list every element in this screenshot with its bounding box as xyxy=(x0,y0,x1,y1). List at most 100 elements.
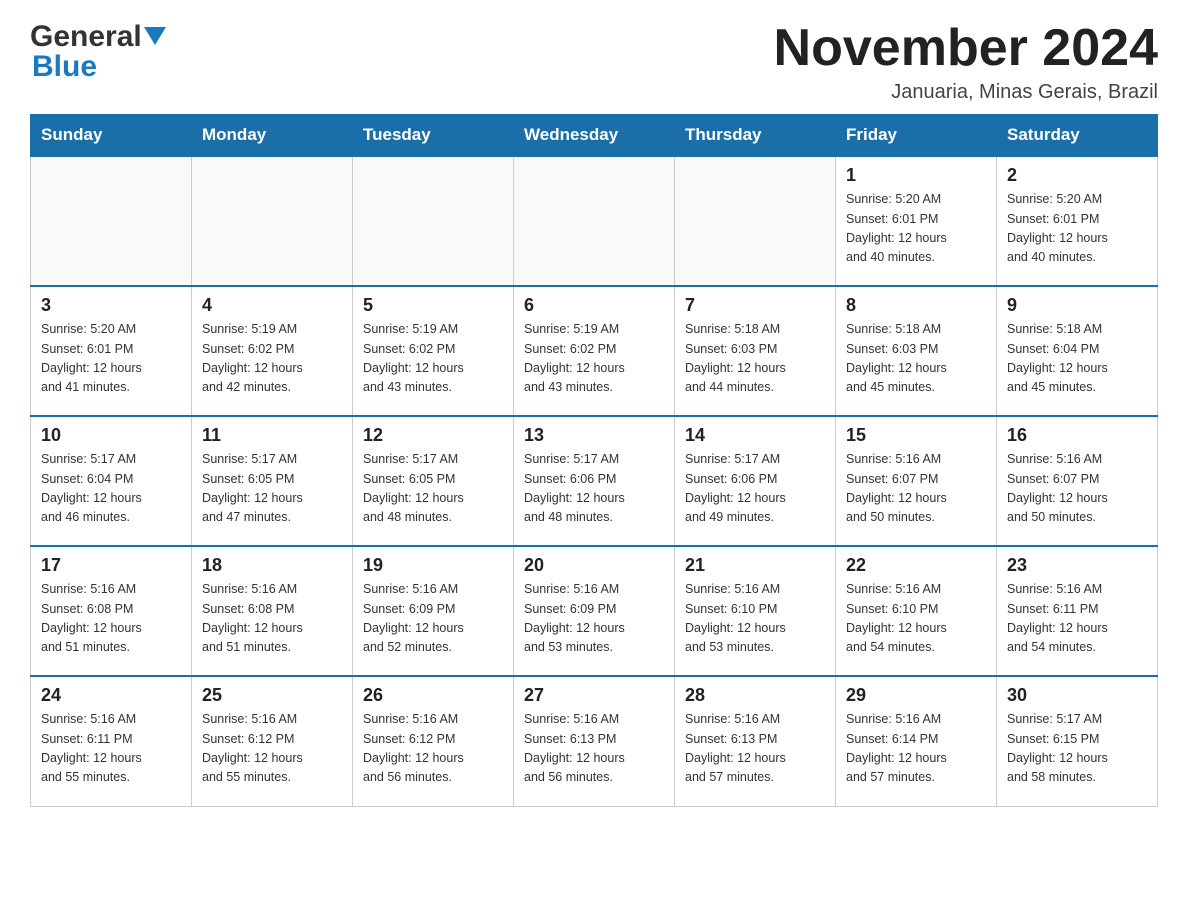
day-info: Sunrise: 5:18 AMSunset: 6:03 PMDaylight:… xyxy=(685,320,825,398)
calendar-cell: 30 Sunrise: 5:17 AMSunset: 6:15 PMDayligh… xyxy=(997,676,1158,806)
day-info: Sunrise: 5:18 AMSunset: 6:04 PMDaylight:… xyxy=(1007,320,1147,398)
day-info: Sunrise: 5:19 AMSunset: 6:02 PMDaylight:… xyxy=(524,320,664,398)
calendar-cell: 11 Sunrise: 5:17 AMSunset: 6:05 PMDayligh… xyxy=(192,416,353,546)
logo-general-text: General xyxy=(30,20,142,54)
day-number: 6 xyxy=(524,295,664,316)
calendar-cell: 5Sunrise: 5:19 AMSunset: 6:02 PMDaylight… xyxy=(353,286,514,416)
day-info: Sunrise: 5:16 AMSunset: 6:12 PMDaylight:… xyxy=(202,710,342,788)
calendar-cell: 25 Sunrise: 5:16 AMSunset: 6:12 PMDayligh… xyxy=(192,676,353,806)
day-number: 11 xyxy=(202,425,342,446)
day-info: Sunrise: 5:17 AMSunset: 6:06 PMDaylight:… xyxy=(524,450,664,528)
calendar-subtitle: Januaria, Minas Gerais, Brazil xyxy=(774,81,1158,104)
calendar-cell: 18 Sunrise: 5:16 AMSunset: 6:08 PMDayligh… xyxy=(192,546,353,676)
day-number: 26 xyxy=(363,685,503,706)
header-monday: Monday xyxy=(192,115,353,157)
day-info: Sunrise: 5:18 AMSunset: 6:03 PMDaylight:… xyxy=(846,320,986,398)
day-number: 14 xyxy=(685,425,825,446)
header-wednesday: Wednesday xyxy=(514,115,675,157)
calendar-table: Sunday Monday Tuesday Wednesday Thursday… xyxy=(30,114,1158,807)
header-saturday: Saturday xyxy=(997,115,1158,157)
calendar-cell: 13 Sunrise: 5:17 AMSunset: 6:06 PMDayligh… xyxy=(514,416,675,546)
day-number: 2 xyxy=(1007,165,1147,186)
day-info: Sunrise: 5:16 AMSunset: 6:07 PMDaylight:… xyxy=(1007,450,1147,528)
calendar-cell: 1 Sunrise: 5:20 AMSunset: 6:01 PMDaylight… xyxy=(836,156,997,286)
calendar-cell: 7 Sunrise: 5:18 AMSunset: 6:03 PMDaylight… xyxy=(675,286,836,416)
day-info: Sunrise: 5:16 AMSunset: 6:14 PMDaylight:… xyxy=(846,710,986,788)
day-info: Sunrise: 5:17 AMSunset: 6:05 PMDaylight:… xyxy=(363,450,503,528)
day-info: Sunrise: 5:16 AMSunset: 6:08 PMDaylight:… xyxy=(202,580,342,658)
calendar-cell: 9Sunrise: 5:18 AMSunset: 6:04 PMDaylight… xyxy=(997,286,1158,416)
calendar-cell: 10Sunrise: 5:17 AMSunset: 6:04 PMDayligh… xyxy=(31,416,192,546)
day-info: Sunrise: 5:16 AMSunset: 6:10 PMDaylight:… xyxy=(685,580,825,658)
day-info: Sunrise: 5:16 AMSunset: 6:07 PMDaylight:… xyxy=(846,450,986,528)
calendar-cell: 12 Sunrise: 5:17 AMSunset: 6:05 PMDayligh… xyxy=(353,416,514,546)
day-info: Sunrise: 5:16 AMSunset: 6:09 PMDaylight:… xyxy=(363,580,503,658)
day-info: Sunrise: 5:16 AMSunset: 6:13 PMDaylight:… xyxy=(524,710,664,788)
calendar-cell xyxy=(353,156,514,286)
calendar-cell: 22Sunrise: 5:16 AMSunset: 6:10 PMDayligh… xyxy=(836,546,997,676)
calendar-cell: 3Sunrise: 5:20 AMSunset: 6:01 PMDaylight… xyxy=(31,286,192,416)
day-info: Sunrise: 5:20 AMSunset: 6:01 PMDaylight:… xyxy=(1007,190,1147,268)
header-friday: Friday xyxy=(836,115,997,157)
calendar-cell: 23Sunrise: 5:16 AMSunset: 6:11 PMDayligh… xyxy=(997,546,1158,676)
page-header: General Blue November 2024 Januaria, Min… xyxy=(30,20,1158,104)
day-number: 18 xyxy=(202,555,342,576)
day-number: 16 xyxy=(1007,425,1147,446)
calendar-cell: 29Sunrise: 5:16 AMSunset: 6:14 PMDayligh… xyxy=(836,676,997,806)
calendar-cell: 24Sunrise: 5:16 AMSunset: 6:11 PMDayligh… xyxy=(31,676,192,806)
day-number: 25 xyxy=(202,685,342,706)
day-info: Sunrise: 5:19 AMSunset: 6:02 PMDaylight:… xyxy=(202,320,342,398)
day-number: 8 xyxy=(846,295,986,316)
day-number: 24 xyxy=(41,685,181,706)
day-number: 19 xyxy=(363,555,503,576)
calendar-cell: 15 Sunrise: 5:16 AMSunset: 6:07 PMDayligh… xyxy=(836,416,997,546)
day-info: Sunrise: 5:16 AMSunset: 6:12 PMDaylight:… xyxy=(363,710,503,788)
logo: General Blue xyxy=(30,20,166,84)
week-row-2: 3Sunrise: 5:20 AMSunset: 6:01 PMDaylight… xyxy=(31,286,1158,416)
calendar-cell xyxy=(31,156,192,286)
calendar-cell: 27 Sunrise: 5:16 AMSunset: 6:13 PMDayligh… xyxy=(514,676,675,806)
day-number: 7 xyxy=(685,295,825,316)
day-number: 13 xyxy=(524,425,664,446)
day-info: Sunrise: 5:16 AMSunset: 6:11 PMDaylight:… xyxy=(1007,580,1147,658)
calendar-cell: 21 Sunrise: 5:16 AMSunset: 6:10 PMDayligh… xyxy=(675,546,836,676)
day-number: 1 xyxy=(846,165,986,186)
day-number: 12 xyxy=(363,425,503,446)
calendar-header-row: Sunday Monday Tuesday Wednesday Thursday… xyxy=(31,115,1158,157)
calendar-cell: 17Sunrise: 5:16 AMSunset: 6:08 PMDayligh… xyxy=(31,546,192,676)
week-row-5: 24Sunrise: 5:16 AMSunset: 6:11 PMDayligh… xyxy=(31,676,1158,806)
week-row-4: 17Sunrise: 5:16 AMSunset: 6:08 PMDayligh… xyxy=(31,546,1158,676)
calendar-cell xyxy=(675,156,836,286)
day-number: 30 xyxy=(1007,685,1147,706)
week-row-1: 1 Sunrise: 5:20 AMSunset: 6:01 PMDaylight… xyxy=(31,156,1158,286)
calendar-cell: 6 Sunrise: 5:19 AMSunset: 6:02 PMDaylight… xyxy=(514,286,675,416)
day-number: 15 xyxy=(846,425,986,446)
day-info: Sunrise: 5:17 AMSunset: 6:04 PMDaylight:… xyxy=(41,450,181,528)
calendar-cell: 28Sunrise: 5:16 AMSunset: 6:13 PMDayligh… xyxy=(675,676,836,806)
day-number: 27 xyxy=(524,685,664,706)
calendar-cell xyxy=(192,156,353,286)
logo-arrow-icon xyxy=(144,27,166,49)
calendar-cell: 16 Sunrise: 5:16 AMSunset: 6:07 PMDayligh… xyxy=(997,416,1158,546)
calendar-cell: 8 Sunrise: 5:18 AMSunset: 6:03 PMDaylight… xyxy=(836,286,997,416)
day-info: Sunrise: 5:20 AMSunset: 6:01 PMDaylight:… xyxy=(846,190,986,268)
day-info: Sunrise: 5:17 AMSunset: 6:05 PMDaylight:… xyxy=(202,450,342,528)
calendar-title: November 2024 xyxy=(774,20,1158,77)
logo-blue-text: Blue xyxy=(30,50,97,84)
calendar-cell: 2 Sunrise: 5:20 AMSunset: 6:01 PMDaylight… xyxy=(997,156,1158,286)
day-number: 4 xyxy=(202,295,342,316)
day-number: 3 xyxy=(41,295,181,316)
calendar-cell: 19 Sunrise: 5:16 AMSunset: 6:09 PMDayligh… xyxy=(353,546,514,676)
day-info: Sunrise: 5:16 AMSunset: 6:08 PMDaylight:… xyxy=(41,580,181,658)
day-number: 20 xyxy=(524,555,664,576)
header-thursday: Thursday xyxy=(675,115,836,157)
day-info: Sunrise: 5:16 AMSunset: 6:09 PMDaylight:… xyxy=(524,580,664,658)
day-number: 22 xyxy=(846,555,986,576)
day-info: Sunrise: 5:19 AMSunset: 6:02 PMDaylight:… xyxy=(363,320,503,398)
day-info: Sunrise: 5:16 AMSunset: 6:13 PMDaylight:… xyxy=(685,710,825,788)
title-section: November 2024 Januaria, Minas Gerais, Br… xyxy=(774,20,1158,104)
day-number: 21 xyxy=(685,555,825,576)
week-row-3: 10Sunrise: 5:17 AMSunset: 6:04 PMDayligh… xyxy=(31,416,1158,546)
calendar-cell: 26 Sunrise: 5:16 AMSunset: 6:12 PMDayligh… xyxy=(353,676,514,806)
day-info: Sunrise: 5:17 AMSunset: 6:15 PMDaylight:… xyxy=(1007,710,1147,788)
